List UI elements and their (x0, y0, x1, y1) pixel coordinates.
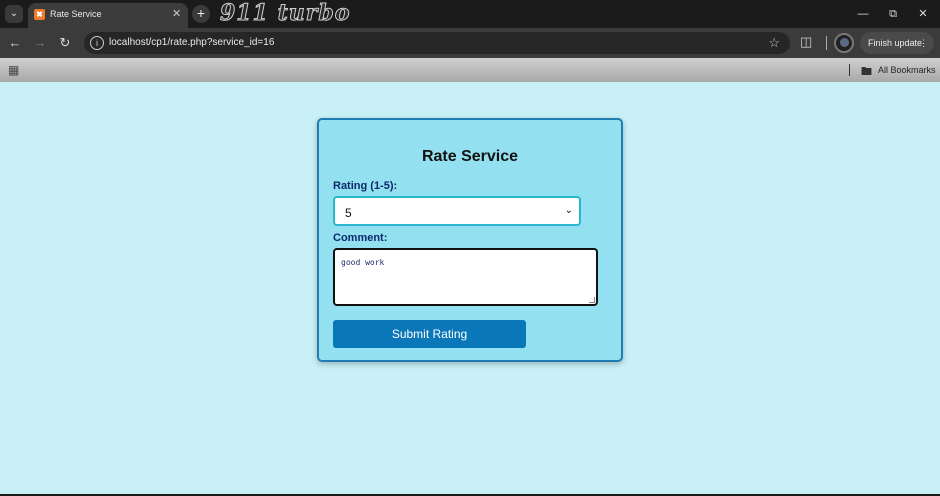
comment-value: good work (341, 258, 385, 267)
forward-button[interactable]: → (31, 34, 49, 52)
restore-button[interactable]: ⧉ (878, 0, 908, 28)
window-close-button[interactable]: ✕ (908, 0, 938, 28)
puzzle-icon[interactable]: ◫ (800, 34, 812, 50)
new-tab-button[interactable]: + (192, 5, 210, 23)
rating-selected-value: 5 (345, 206, 352, 220)
reload-button[interactable]: ↻ (56, 34, 74, 52)
all-bookmarks-link[interactable]: All Bookmarks (878, 65, 936, 75)
avatar[interactable] (834, 33, 854, 53)
finish-update-button[interactable]: Finish update ⋮ (860, 32, 934, 54)
comment-textarea[interactable]: good work (333, 248, 598, 306)
resize-handle-icon[interactable] (589, 297, 595, 303)
tab-strip: ⌄ ✖ Rate Service ✕ + 911 turbo — ⧉ ✕ (0, 0, 940, 28)
submit-rating-button[interactable]: Submit Rating (333, 320, 526, 348)
chevron-down-icon: ⌄ (9, 8, 19, 19)
star-icon[interactable]: ☆ (768, 35, 780, 51)
close-icon[interactable]: ✕ (172, 7, 181, 20)
back-button[interactable]: ← (6, 34, 24, 52)
info-icon[interactable]: i (90, 36, 104, 50)
reload-icon: ↻ (59, 35, 71, 50)
arrow-right-icon: → (33, 35, 47, 50)
browser-toolbar: ← → ↻ i localhost/cp1/rate.php?service_i… (0, 28, 940, 58)
theme-brand-text: 911 turbo (219, 0, 351, 27)
address-bar[interactable]: i localhost/cp1/rate.php?service_id=16 ☆ (84, 32, 790, 54)
rate-service-card: Rate Service Rating (1-5): 5 ⌄ Comment: … (317, 118, 623, 362)
toolbar-divider (826, 36, 827, 50)
rating-label: Rating (1-5): (333, 180, 398, 192)
apps-grid-icon[interactable]: ▦ (8, 63, 19, 77)
rating-select[interactable]: 5 ⌄ (333, 196, 581, 226)
tab-rate-service[interactable]: ✖ Rate Service ✕ (28, 3, 188, 28)
finish-update-label: Finish update (868, 38, 923, 48)
page-title: Rate Service (421, 148, 519, 165)
plus-icon: + (196, 5, 206, 21)
tab-title: Rate Service (50, 9, 102, 19)
bookmarks-divider (849, 64, 850, 76)
arrow-left-icon: ← (8, 35, 22, 50)
folder-icon: 🖿 (861, 66, 872, 78)
comment-label: Comment: (333, 232, 388, 244)
tab-search-button[interactable]: ⌄ (5, 5, 23, 23)
xampp-icon: ✖ (34, 9, 45, 20)
bookmarks-bar: ▦ 🖿 All Bookmarks (0, 58, 940, 82)
more-vert-icon: ⋮ (919, 38, 928, 48)
url-text[interactable]: localhost/cp1/rate.php?service_id=16 (109, 37, 274, 48)
chevron-down-icon: ⌄ (564, 205, 573, 216)
minimize-button[interactable]: — (848, 0, 878, 28)
